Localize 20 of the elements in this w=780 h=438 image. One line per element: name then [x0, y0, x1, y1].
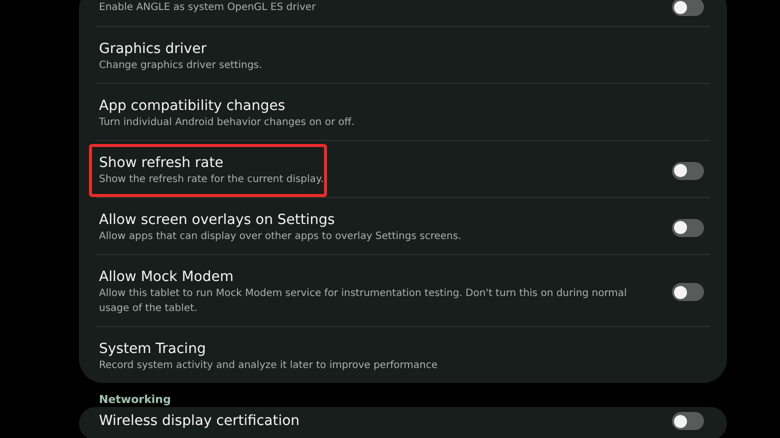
setting-description: Allow this tablet to run Mock Modem service for instrumentation testing. Don't turn this on during normal usage of the tablet.: [99, 287, 628, 316]
setting-title[interactable]: System Tracing: [99, 340, 707, 358]
setting-description: Change graphics driver settings.: [99, 59, 264, 73]
toggle-switch[interactable]: [672, 162, 704, 180]
setting-title[interactable]: Graphics driver: [99, 40, 707, 58]
setting-description: Allow apps that can display over other apps to overlay Settings screens.: [99, 230, 462, 244]
setting-description: Show the refresh rate for the current display.: [99, 173, 325, 187]
setting-title[interactable]: Allow Mock Modem: [99, 268, 652, 286]
setting-title[interactable]: Wireless display certification: [99, 412, 652, 430]
setting-description: Turn individual Android behavior changes on or off.: [99, 116, 356, 130]
toggle-switch[interactable]: [672, 218, 704, 236]
setting-description: Enable ANGLE as system OpenGL ES driver: [99, 0, 317, 14]
toggle-switch[interactable]: [672, 412, 704, 430]
setting-title[interactable]: Allow screen overlays on Settings: [99, 211, 652, 229]
toggle-switch[interactable]: [672, 283, 704, 301]
setting-description: Record system activity and analyze it later to improve performance: [99, 359, 438, 373]
section-header: Networking: [98, 392, 172, 407]
toggle-switch[interactable]: [672, 0, 704, 16]
setting-title[interactable]: App compatibility changes: [99, 97, 707, 115]
setting-title[interactable]: Show refresh rate: [99, 154, 652, 172]
